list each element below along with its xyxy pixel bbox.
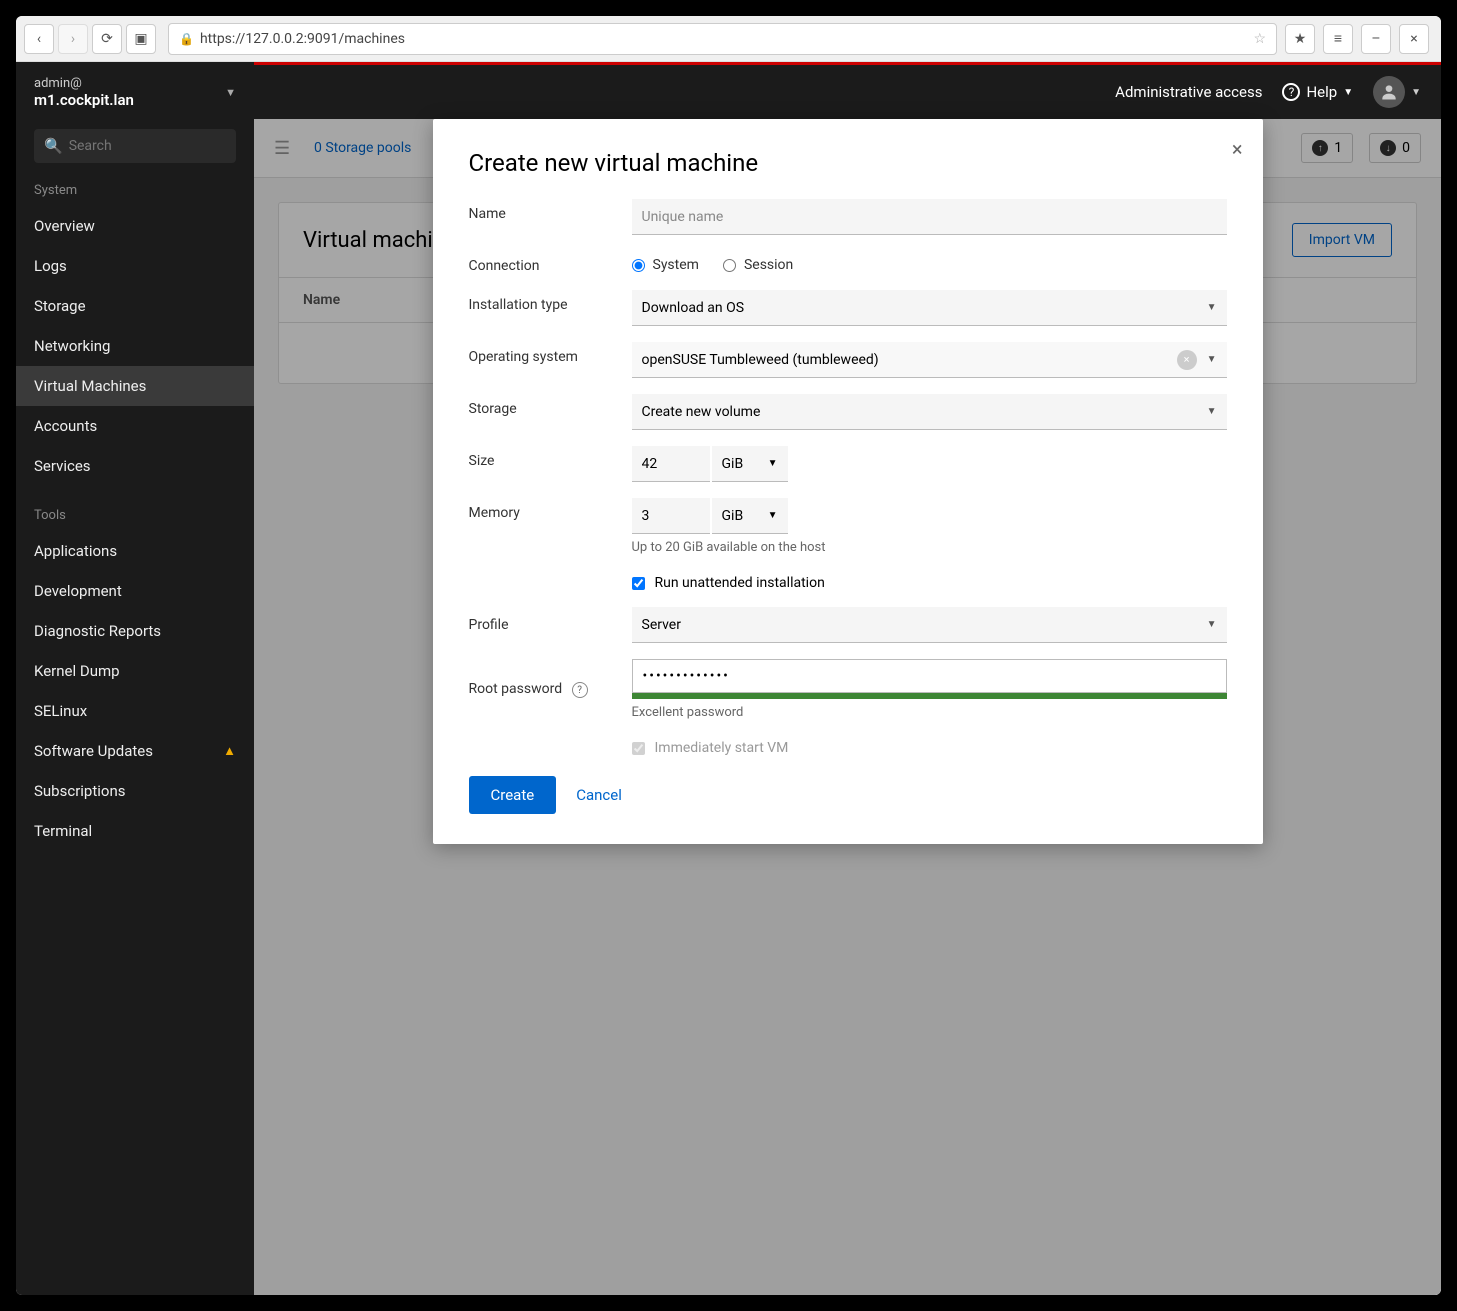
root-password-label: Root password ? [469, 681, 632, 699]
caret-down-icon: ▼ [768, 458, 778, 469]
sidebar-item-overview[interactable]: Overview [16, 206, 254, 246]
storage-select[interactable]: Create new volume ▼ [632, 394, 1227, 430]
sidebar-item-accounts[interactable]: Accounts [16, 406, 254, 446]
name-input[interactable] [632, 199, 1227, 235]
password-strength-bar [632, 693, 1227, 699]
url-bar[interactable]: 🔒 https://127.0.0.2:9091/machines ☆ [168, 23, 1277, 55]
warning-icon: ▲ [223, 743, 236, 759]
size-unit-select[interactable]: GiB ▼ [712, 446, 788, 482]
password-strength-text: Excellent password [632, 705, 1227, 720]
memory-input[interactable] [632, 498, 710, 534]
unattended-checkbox[interactable]: Run unattended installation [632, 571, 1227, 591]
root-password-input[interactable] [632, 659, 1227, 693]
bookmark-icon[interactable]: ☆ [1253, 31, 1266, 47]
sidebar-section-system: System [16, 175, 254, 206]
caret-down-icon: ▼ [1207, 302, 1217, 313]
sidebar: admin@ m1.cockpit.lan ▼ 🔍 System Overvie… [16, 62, 254, 1295]
cancel-button[interactable]: Cancel [576, 786, 622, 804]
forward-button[interactable]: › [58, 24, 88, 54]
sidebar-item-logs[interactable]: Logs [16, 246, 254, 286]
sidebar-search[interactable]: 🔍 [34, 129, 236, 163]
caret-down-icon: ▼ [1207, 406, 1217, 417]
connection-system-radio[interactable]: System [632, 257, 699, 273]
size-label: Size [469, 446, 632, 469]
connection-label: Connection [469, 251, 632, 274]
user-menu[interactable]: admin@ m1.cockpit.lan ▼ [16, 62, 254, 123]
operating-system-select[interactable]: openSUSE Tumbleweed (tumbleweed) × ▼ [632, 342, 1227, 378]
operating-system-label: Operating system [469, 342, 632, 365]
topbar: Administrative access ? Help ▼ ▼ [254, 65, 1441, 119]
profile-label: Profile [469, 617, 632, 633]
caret-down-icon: ▼ [768, 510, 778, 521]
sidebar-item-storage[interactable]: Storage [16, 286, 254, 326]
size-input[interactable] [632, 446, 710, 482]
profile-select[interactable]: Server ▼ [632, 607, 1227, 643]
sidebar-item-virtual-machines[interactable]: Virtual Machines [16, 366, 254, 406]
memory-unit-select[interactable]: GiB ▼ [712, 498, 788, 534]
avatar-icon [1373, 76, 1405, 108]
close-window-button[interactable]: × [1399, 24, 1429, 54]
help-menu[interactable]: ? Help ▼ [1282, 83, 1353, 101]
user-avatar-menu[interactable]: ▼ [1373, 76, 1421, 108]
chevron-down-icon: ▼ [1343, 87, 1353, 98]
sidebar-item-selinux[interactable]: SELinux [16, 691, 254, 731]
sidebar-item-development[interactable]: Development [16, 571, 254, 611]
user-name: admin@ [34, 76, 134, 91]
help-icon: ? [1282, 83, 1300, 101]
close-button[interactable]: × [1232, 137, 1243, 161]
chevron-down-icon: ▼ [225, 86, 236, 99]
create-vm-modal: Create new virtual machine × Name Connec… [433, 119, 1263, 844]
host-name: m1.cockpit.lan [34, 91, 134, 109]
main-pane: Administrative access ? Help ▼ ▼ ☰ 0 Sto… [254, 62, 1441, 1295]
minimize-button[interactable]: – [1361, 24, 1391, 54]
connection-session-radio[interactable]: Session [723, 257, 793, 273]
caret-down-icon: ▼ [1207, 354, 1217, 365]
help-icon[interactable]: ? [572, 682, 588, 698]
search-icon: 🔍 [44, 137, 63, 155]
sidebar-item-applications[interactable]: Applications [16, 531, 254, 571]
back-button[interactable]: ‹ [24, 24, 54, 54]
sidebar-item-software-updates[interactable]: Software Updates▲ [16, 731, 254, 771]
create-button[interactable]: Create [469, 776, 557, 814]
sidebar-item-diagnostic-reports[interactable]: Diagnostic Reports [16, 611, 254, 651]
sidebar-item-kernel-dump[interactable]: Kernel Dump [16, 651, 254, 691]
reload-button[interactable]: ⟳ [92, 24, 122, 54]
installation-type-label: Installation type [469, 290, 632, 313]
memory-label: Memory [469, 498, 632, 521]
sidebar-item-networking[interactable]: Networking [16, 326, 254, 366]
caret-down-icon: ▼ [1207, 619, 1217, 630]
clear-icon[interactable]: × [1177, 350, 1197, 370]
memory-hint: Up to 20 GiB available on the host [632, 540, 1227, 555]
home-button[interactable]: ▣ [126, 24, 156, 54]
name-label: Name [469, 199, 632, 222]
sidebar-item-terminal[interactable]: Terminal [16, 811, 254, 851]
url-text: https://127.0.0.2:9091/machines [200, 31, 405, 47]
start-vm-checkbox[interactable]: Immediately start VM [632, 736, 1227, 756]
sidebar-item-services[interactable]: Services [16, 446, 254, 486]
sidebar-item-subscriptions[interactable]: Subscriptions [16, 771, 254, 811]
menu-button[interactable]: ≡ [1323, 24, 1353, 54]
modal-title: Create new virtual machine [469, 149, 1227, 177]
search-input[interactable] [69, 138, 247, 154]
browser-titlebar: ‹ › ⟳ ▣ 🔒 https://127.0.0.2:9091/machine… [16, 16, 1441, 62]
sidebar-section-tools: Tools [16, 500, 254, 531]
chevron-down-icon: ▼ [1411, 87, 1421, 98]
installation-type-select[interactable]: Download an OS ▼ [632, 290, 1227, 326]
lock-icon: 🔒 [179, 32, 194, 46]
extensions-button[interactable]: ★ [1285, 24, 1315, 54]
admin-access-label[interactable]: Administrative access [1115, 83, 1262, 101]
storage-label: Storage [469, 394, 632, 417]
